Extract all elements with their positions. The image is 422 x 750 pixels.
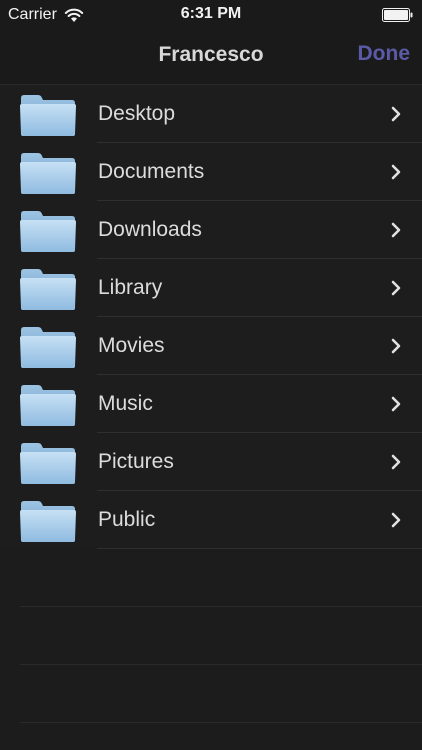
folder-label: Pictures: [98, 450, 174, 473]
folder-label: Public: [98, 508, 156, 531]
empty-row-separator: [20, 664, 422, 665]
status-bar: Carrier 6:31 PM: [0, 0, 422, 28]
folder-label: Downloads: [98, 218, 202, 241]
folder-icon: [20, 95, 76, 136]
chevron-right-icon: [391, 222, 401, 238]
chevron-right-icon: [391, 106, 401, 122]
folder-icon: [20, 501, 76, 542]
folder-row-downloads[interactable]: Downloads: [0, 201, 422, 259]
folder-label: Library: [98, 276, 163, 299]
chevron-right-icon: [391, 512, 401, 528]
chevron-right-icon: [391, 454, 401, 470]
done-button[interactable]: Done: [358, 42, 411, 66]
folder-icon: [20, 443, 76, 484]
folder-icon: [20, 211, 76, 252]
folder-icon: [20, 385, 76, 426]
folder-label: Music: [98, 392, 153, 415]
chevron-right-icon: [391, 164, 401, 180]
folder-row-desktop[interactable]: Desktop: [0, 85, 422, 143]
chevron-right-icon: [391, 396, 401, 412]
folder-row-public[interactable]: Public: [0, 491, 422, 549]
empty-row-separator: [20, 606, 422, 607]
folder-row-movies[interactable]: Movies: [0, 317, 422, 375]
folder-row-pictures[interactable]: Pictures: [0, 433, 422, 491]
folder-row-music[interactable]: Music: [0, 375, 422, 433]
status-time: 6:31 PM: [180, 5, 242, 22]
empty-row-separator: [20, 722, 422, 723]
folder-label: Documents: [98, 160, 205, 183]
folder-list: Desktop Documents Downloads Library Movi…: [0, 85, 422, 549]
folder-row-documents[interactable]: Documents: [0, 143, 422, 201]
folder-label: Movies: [98, 334, 165, 357]
folder-row-library[interactable]: Library: [0, 259, 422, 317]
battery-icon: [382, 8, 413, 22]
folder-icon: [20, 327, 76, 368]
folder-icon: [20, 269, 76, 310]
chevron-right-icon: [391, 338, 401, 354]
chevron-right-icon: [391, 280, 401, 296]
navigation-bar: Francesco Done: [0, 28, 422, 85]
folder-label: Desktop: [98, 102, 176, 125]
folder-icon: [20, 153, 76, 194]
